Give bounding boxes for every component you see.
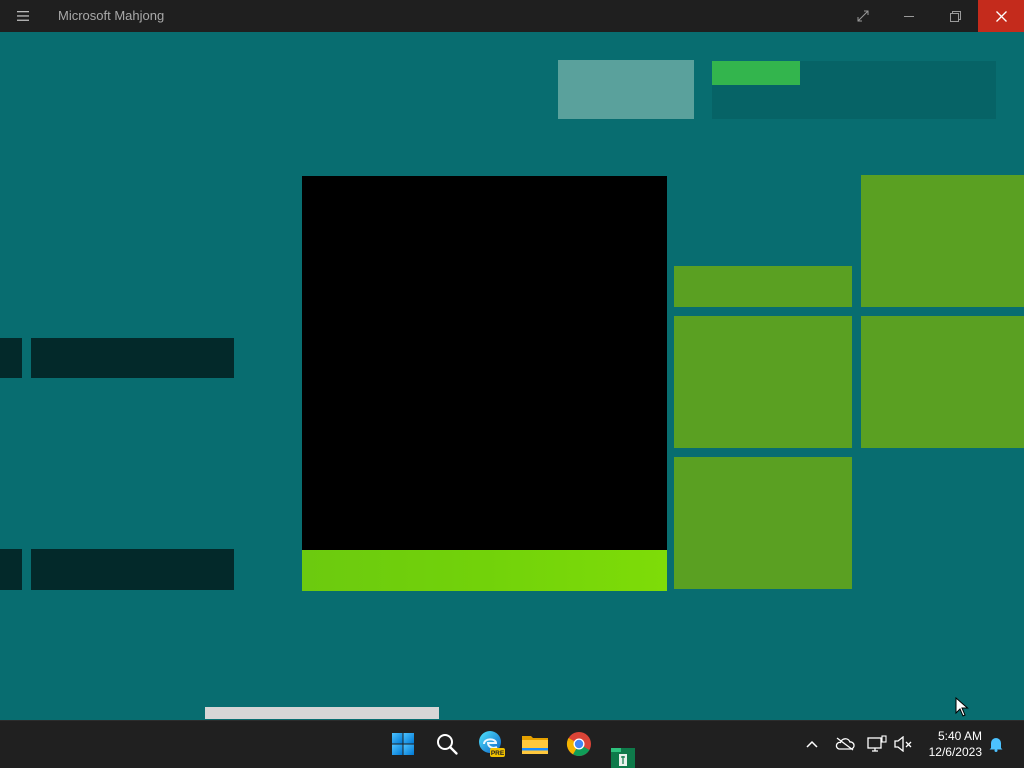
close-icon [995,10,1007,22]
fullscreen-icon [857,10,869,22]
score-panel [558,60,694,119]
title-bar: Microsoft Mahjong [0,0,1024,32]
progress-panel [712,61,996,119]
edge-beta-icon[interactable]: PRE [475,728,507,760]
window-title: Microsoft Mahjong [58,8,165,23]
menu-item-icon-slot[interactable] [0,549,22,590]
restore-icon [949,10,961,22]
notification-bell-icon[interactable] [984,728,1008,760]
game-tile[interactable] [674,266,852,307]
chevron-up-icon[interactable] [800,728,824,760]
onedrive-offline-icon[interactable] [832,728,858,760]
game-tile[interactable] [861,316,1024,448]
menu-item[interactable] [31,338,234,378]
chrome-icon[interactable] [563,728,595,760]
game-tile[interactable] [674,457,852,589]
horizontal-scrollbar-thumb[interactable] [205,707,439,719]
menu-item[interactable] [31,549,234,590]
file-explorer-icon[interactable] [519,728,551,760]
featured-game-tile-banner[interactable] [302,550,667,591]
minimize-button[interactable] [886,0,932,32]
windows-start-icon[interactable] [387,728,419,760]
search-icon[interactable] [431,728,463,760]
clock-date[interactable]: 12/6/2023 [920,745,982,759]
hamburger-menu-icon[interactable] [10,9,34,23]
volume-muted-icon[interactable] [890,728,916,760]
close-button[interactable] [978,0,1024,32]
featured-game-tile[interactable] [302,176,667,550]
minimize-icon [904,16,914,17]
progress-fill [712,61,801,85]
network-icon[interactable] [864,728,890,760]
mahjong-app-icon[interactable] [607,744,639,768]
game-tile[interactable] [674,316,852,448]
restore-button[interactable] [932,0,978,32]
menu-item-icon-slot[interactable] [0,338,22,378]
edge-beta-badge: PRE [491,750,505,757]
game-tile[interactable] [861,175,1024,307]
fullscreen-button[interactable] [840,0,886,32]
clock-time[interactable]: 5:40 AM [920,729,982,743]
mouse-pointer-icon [955,696,969,717]
